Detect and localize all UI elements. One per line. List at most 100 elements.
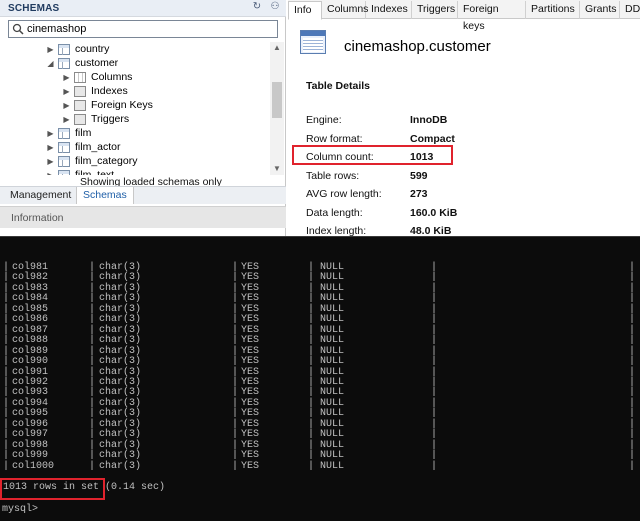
column-separator: | xyxy=(232,460,239,472)
detail-key: Engine: xyxy=(306,114,342,126)
scroll-up-icon[interactable]: ▲ xyxy=(272,43,282,53)
information-label: Information xyxy=(11,212,64,224)
tab-partitions[interactable]: Partitions xyxy=(526,1,580,19)
detail-row: Engine: InnoDB xyxy=(306,114,606,128)
console-row: | | | | | | col1000 char(3) YES NULL xyxy=(0,460,640,473)
tree-item[interactable]: ▶ film_actor xyxy=(46,140,120,154)
tree-item[interactable]: ▶ Columns xyxy=(62,70,132,84)
detail-row: Data length: 160.0 KiB xyxy=(306,207,606,221)
tab-foreign-keys[interactable]: Foreign keys xyxy=(458,1,526,32)
tree-item-label: country xyxy=(75,43,110,55)
tab-indexes[interactable]: Indexes xyxy=(366,1,412,19)
console-cell-type: char(3) xyxy=(99,460,142,472)
tree-item-label: film_text xyxy=(75,169,115,175)
caret-down-icon[interactable]: ◢ xyxy=(46,59,55,68)
tree-item-label: film xyxy=(75,127,92,139)
tab-triggers[interactable]: Triggers xyxy=(412,1,458,19)
folder-icon xyxy=(74,113,86,125)
schema-filter-box[interactable] xyxy=(8,20,278,38)
table-icon xyxy=(58,57,70,69)
tree-item-label: Triggers xyxy=(91,113,130,125)
caret-right-icon[interactable]: ▶ xyxy=(62,115,71,124)
column-separator: | xyxy=(629,356,636,368)
console-cell-type: char(3) xyxy=(99,356,142,368)
column-separator: | xyxy=(629,460,636,472)
tree-item[interactable]: ▶ country xyxy=(46,42,109,56)
detail-row: Table rows: 599 xyxy=(306,170,606,184)
tree-item-label: film_category xyxy=(75,155,138,167)
tab-management[interactable]: Management xyxy=(4,187,77,204)
columns-icon xyxy=(74,71,86,83)
scroll-down-icon[interactable]: ▼ xyxy=(272,164,282,174)
column-separator: | xyxy=(232,356,239,368)
console-row: | | | | | | col990 char(3) YES NULL xyxy=(0,357,640,368)
caret-right-icon[interactable]: ▶ xyxy=(46,171,55,176)
caret-right-icon[interactable]: ▶ xyxy=(62,73,71,82)
information-panel-header[interactable]: Information xyxy=(0,206,286,228)
tab-columns[interactable]: Columns xyxy=(322,1,368,19)
folder-icon xyxy=(74,99,86,111)
tab-info[interactable]: Info xyxy=(288,1,322,20)
tree-item-label: Foreign Keys xyxy=(91,99,153,111)
rows-in-set-highlight xyxy=(0,478,105,500)
scrollbar-thumb[interactable] xyxy=(272,82,282,118)
detail-key: Row format: xyxy=(306,132,363,145)
caret-right-icon[interactable]: ▶ xyxy=(62,101,71,110)
tree-item[interactable]: ▶ film xyxy=(46,126,91,140)
column-separator: | xyxy=(308,460,315,472)
schema-filter-input[interactable] xyxy=(27,22,275,36)
detail-row: AVG row length: 273 xyxy=(306,188,606,202)
search-icon xyxy=(12,23,24,35)
table-icon xyxy=(58,141,70,153)
column-separator: | xyxy=(431,356,438,368)
tree-item[interactable]: ▶ Foreign Keys xyxy=(62,98,153,112)
tree-item-label: Columns xyxy=(91,71,133,83)
table-icon xyxy=(58,155,70,167)
console-cell-default: NULL xyxy=(320,460,345,472)
section-title: Table Details xyxy=(306,80,370,92)
tree-item[interactable]: ▶ Triggers xyxy=(62,112,129,126)
mysql-prompt[interactable]: mysql> xyxy=(2,504,38,515)
column-separator: | xyxy=(3,460,10,472)
tab-grants[interactable]: Grants xyxy=(580,1,620,19)
detail-value: 273 xyxy=(410,188,428,200)
column-separator: | xyxy=(3,356,10,368)
detail-value: Compact xyxy=(410,132,455,145)
column-separator: | xyxy=(431,460,438,472)
detail-key: Table rows: xyxy=(306,169,360,182)
tab-schemas[interactable]: Schemas xyxy=(76,187,134,204)
table-icon xyxy=(58,169,70,175)
console-cell-field: col1000 xyxy=(12,460,55,472)
tree-item-label: Indexes xyxy=(91,85,128,97)
tree-item[interactable]: ◢ customer xyxy=(46,56,118,70)
column-separator: | xyxy=(89,460,96,472)
detail-value: InnoDB xyxy=(410,114,448,126)
schema-navigator: SCHEMAS ↻ ⚇ ▶ country ◢ customer ▶ Columns ▶ In… xyxy=(0,0,286,236)
workbench-window: SCHEMAS ↻ ⚇ ▶ country ◢ customer ▶ Columns ▶ In… xyxy=(0,0,640,237)
tree-scrollbar[interactable]: ▲ ▼ xyxy=(270,42,284,175)
column-count-highlight xyxy=(292,145,453,165)
detail-key: AVG row length: xyxy=(306,188,382,200)
expand-icon[interactable]: ⚇ xyxy=(270,2,280,12)
table-icon xyxy=(300,30,326,54)
caret-right-icon[interactable]: ▶ xyxy=(62,87,71,96)
detail-key: Data length: xyxy=(306,206,363,219)
caret-right-icon[interactable]: ▶ xyxy=(46,45,55,54)
console-cell-null: YES xyxy=(241,460,260,472)
table-icon xyxy=(58,127,70,139)
schemas-header: SCHEMAS ↻ ⚇ xyxy=(0,0,286,17)
detail-value: 599 xyxy=(410,169,428,182)
caret-right-icon[interactable]: ▶ xyxy=(46,143,55,152)
navigator-tabs: Management Schemas xyxy=(0,186,286,204)
caret-right-icon[interactable]: ▶ xyxy=(46,129,55,138)
detail-value: 160.0 KiB xyxy=(410,206,458,219)
inspector-tabbar: Info Columns Indexes Triggers Foreign keys Pa… xyxy=(288,0,640,32)
caret-right-icon[interactable]: ▶ xyxy=(46,157,55,166)
tree-item[interactable]: ▶ film_category xyxy=(46,154,137,168)
tab-ddl[interactable]: DDL xyxy=(620,1,640,19)
folder-icon xyxy=(74,85,86,97)
refresh-icon[interactable]: ↻ xyxy=(252,2,262,12)
tree-item-label: customer xyxy=(75,57,119,69)
tree-item[interactable]: ▶ film_text xyxy=(46,168,114,175)
tree-item[interactable]: ▶ Indexes xyxy=(62,84,128,98)
